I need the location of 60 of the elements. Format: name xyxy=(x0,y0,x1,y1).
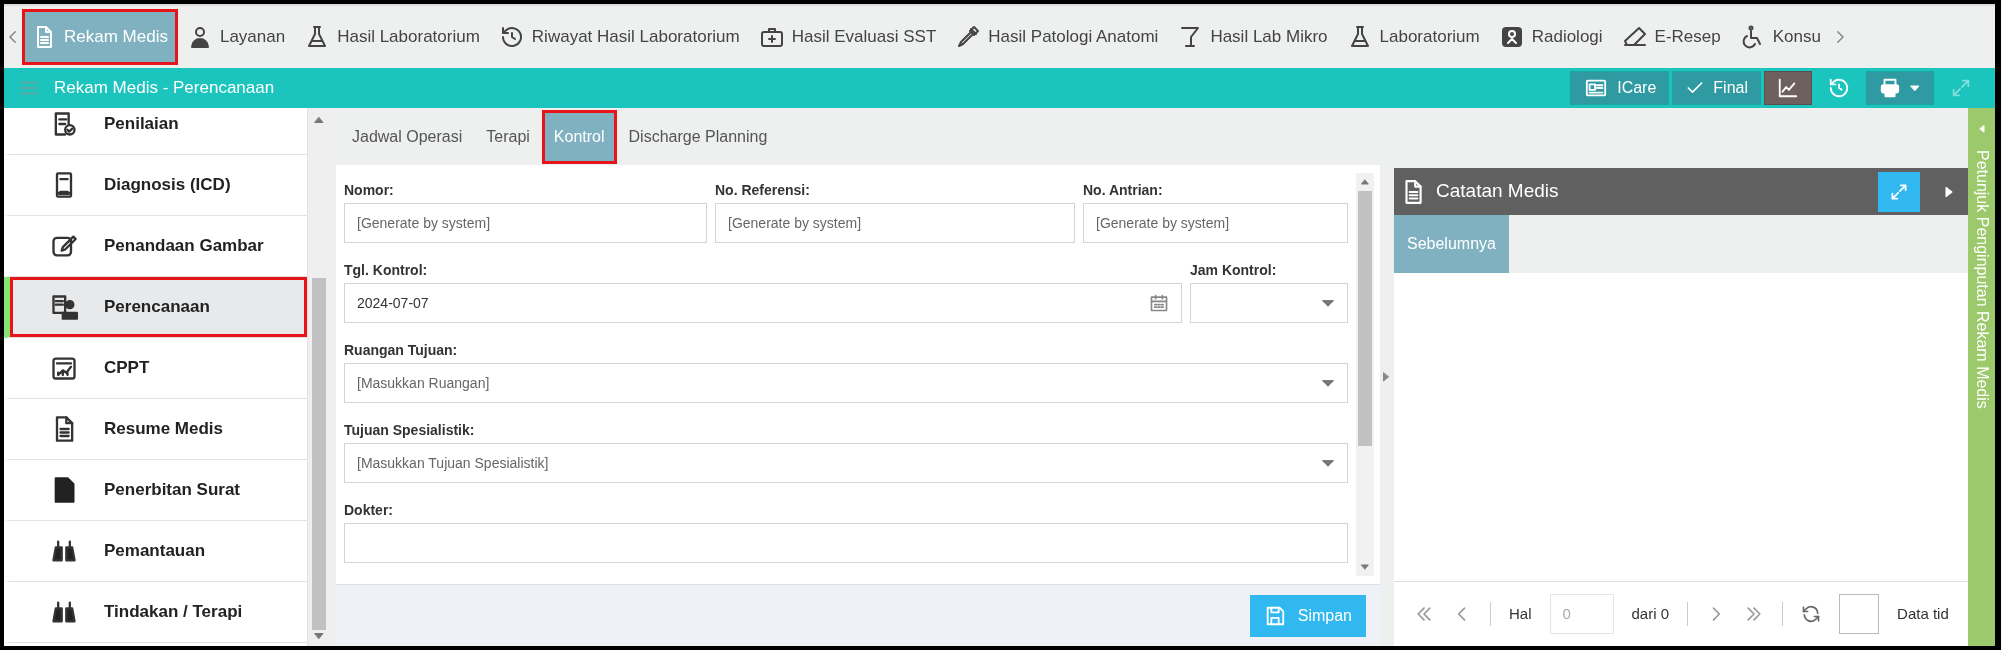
clipboard-user-icon xyxy=(50,293,78,321)
scrollbar-thumb[interactable] xyxy=(1358,191,1372,446)
history-icon xyxy=(1828,77,1850,99)
nav-tab[interactable]: Radiologi xyxy=(1489,9,1613,65)
tab[interactable]: Jadwal Operasi xyxy=(340,109,475,164)
field-label: No. Antrian: xyxy=(1083,180,1164,200)
chart-button[interactable] xyxy=(1764,71,1812,105)
collapse-arrow-icon[interactable] xyxy=(1380,369,1392,385)
nav-tab[interactable]: Hasil Patologi Anatomi xyxy=(946,9,1169,65)
dropdown-field[interactable]: [Masukkan Ruangan] xyxy=(344,363,1348,403)
field-label: Jam Kontrol: xyxy=(1190,260,1278,280)
dropper-icon xyxy=(956,25,981,49)
expand-icon xyxy=(1889,181,1909,202)
eraser-icon xyxy=(1622,25,1647,49)
scroll-up-icon[interactable] xyxy=(1360,177,1370,187)
input-field[interactable] xyxy=(344,523,1348,563)
calendar-icon xyxy=(1149,293,1169,313)
nav-tab[interactable]: Hasil Lab Mikro xyxy=(1168,9,1338,65)
input-field[interactable]: [Generate by system] xyxy=(344,203,707,243)
nav-tab[interactable]: Hasil Laboratorium xyxy=(295,9,490,65)
dropdown-field[interactable]: [Masukkan Tujuan Spesialistik] xyxy=(344,443,1348,483)
page-size-field[interactable] xyxy=(1839,594,1880,634)
nav-tab[interactable]: Hasil Evaluasi SST xyxy=(749,9,947,65)
scroll-down-icon[interactable] xyxy=(1360,562,1370,572)
input-field[interactable]: [Generate by system] xyxy=(1083,203,1348,243)
printer-icon xyxy=(1879,77,1901,99)
history-icon xyxy=(499,25,524,49)
tab[interactable]: Terapi xyxy=(474,109,542,164)
dropdown-field[interactable] xyxy=(1190,283,1348,323)
nav-tab[interactable]: Riwayat Hasil Laboratorium xyxy=(489,9,750,65)
first-aid-kit-icon xyxy=(759,25,784,49)
field-label: No. Referensi: xyxy=(715,180,811,200)
nav-tab[interactable]: Layanan xyxy=(177,9,296,65)
edit-icon xyxy=(50,232,78,260)
field-label: Dokter: xyxy=(344,500,394,520)
badge-icon xyxy=(1499,25,1524,49)
print-button[interactable] xyxy=(1866,71,1934,105)
scroll-up-icon[interactable] xyxy=(313,114,325,126)
field-label: Tujuan Spesialistik: xyxy=(344,420,476,440)
panel-title: Catatan Medis xyxy=(1436,179,1560,204)
nav-tab[interactable]: Konsu xyxy=(1730,9,1831,65)
date-field[interactable]: 2024-07-07 xyxy=(344,283,1182,323)
field-label: Nomor: xyxy=(344,180,395,200)
expand-icon xyxy=(1950,77,1972,99)
field-label: Tgl. Kontrol: xyxy=(344,260,429,280)
nav-tab[interactable]: E-Resep xyxy=(1612,9,1731,65)
field-label: Ruangan Tujuan: xyxy=(344,340,459,360)
caret-down-icon xyxy=(1909,82,1921,94)
refresh-icon[interactable] xyxy=(1801,604,1822,624)
page-count: dari 0 xyxy=(1631,603,1670,624)
chart-icon xyxy=(1777,77,1799,99)
input-field[interactable]: [Generate by system] xyxy=(715,203,1075,243)
expand-button[interactable] xyxy=(1878,171,1920,212)
nav-tab[interactable]: Laboratorium xyxy=(1337,9,1490,65)
sidebar-item[interactable]: Perencanaan xyxy=(4,277,307,338)
page-title: Rekam Medis - Perencanaan xyxy=(54,77,276,100)
page-label: Hal xyxy=(1509,603,1532,624)
scrollbar-thumb[interactable] xyxy=(312,278,326,630)
status-text: Data tid xyxy=(1897,603,1949,624)
tab[interactable]: Discharge Planning xyxy=(616,109,780,164)
